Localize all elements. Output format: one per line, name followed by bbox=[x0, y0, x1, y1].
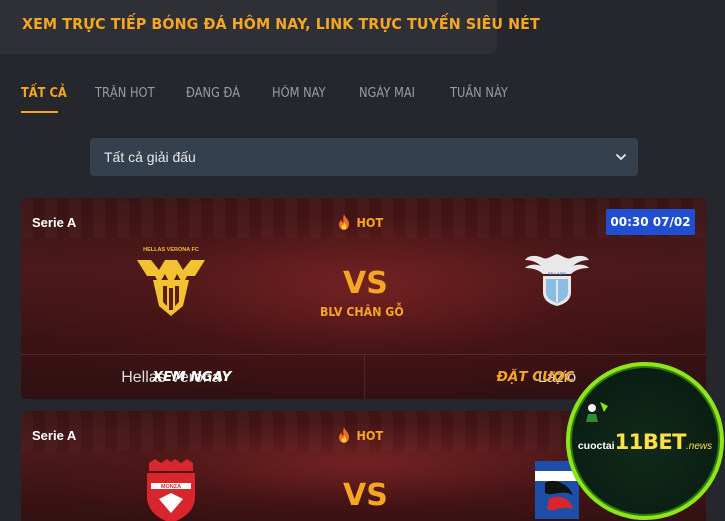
versus-label: VS bbox=[343, 266, 388, 301]
home-team: HELLAS VERONA FC Hellas Verona bbox=[91, 246, 251, 386]
watermark-text: cuoctai11BET.news bbox=[566, 430, 724, 454]
fire-icon bbox=[339, 427, 349, 443]
monza-logo: MONZA bbox=[147, 459, 195, 521]
match-time-badge: 00:30 07/02 bbox=[606, 209, 695, 235]
home-logo-text: HELLAS VERONA FC bbox=[143, 247, 199, 253]
hot-badge: HOT bbox=[337, 427, 385, 443]
watch-now-button[interactable]: XEM NGAY bbox=[21, 355, 363, 399]
versus-label: VS bbox=[343, 478, 388, 513]
league-select[interactable]: Tất cả giải đấu bbox=[90, 138, 638, 176]
brand-watermark-logo: cuoctai11BET.news bbox=[566, 362, 724, 520]
hot-label: HOT bbox=[356, 214, 384, 230]
page-title: XEM TRỰC TIẾP BÓNG ĐÁ HÔM NAY, LINK TRỰC… bbox=[22, 15, 540, 33]
watermark-brand: 11BET bbox=[614, 430, 687, 454]
hot-label: HOT bbox=[356, 427, 384, 443]
league-name: Serie A bbox=[32, 428, 77, 443]
watermark-prefix: cuoctai bbox=[577, 440, 615, 452]
tab-tomorrow[interactable]: NGÀY MAI bbox=[359, 86, 415, 101]
tab-live[interactable]: ĐANG ĐÁ bbox=[186, 86, 240, 101]
away-logo-text: SS LAZIO bbox=[548, 271, 566, 276]
lazio-logo: SS LAZIO bbox=[525, 254, 589, 306]
league-name: Serie A bbox=[32, 215, 77, 230]
chevron-down-icon bbox=[616, 154, 626, 160]
tab-all[interactable]: TẤT CẢ bbox=[21, 86, 67, 101]
hellas-verona-logo: HELLAS VERONA FC bbox=[137, 247, 205, 316]
tab-today[interactable]: HÔM NAY bbox=[272, 86, 326, 101]
page-header: XEM TRỰC TIẾP BÓNG ĐÁ HÔM NAY, LINK TRỰC… bbox=[0, 0, 540, 54]
tab-this-week[interactable]: TUẦN NÀY bbox=[450, 86, 508, 101]
home-team: MONZA bbox=[91, 457, 251, 521]
watermark-suffix: .news bbox=[686, 441, 713, 452]
commentator-label: BLV CHÂN GỖ bbox=[320, 305, 404, 319]
away-team: SS LAZIO Lazio bbox=[495, 246, 619, 386]
league-select-value: Tất cả giải đấu bbox=[104, 149, 196, 165]
hot-badge: HOT bbox=[337, 214, 385, 230]
tab-hot[interactable]: TRẬN HOT bbox=[95, 86, 155, 101]
date-tabs: TẤT CẢ TRẬN HOT ĐANG ĐÁ HÔM NAY NGÀY MAI… bbox=[0, 86, 725, 116]
active-tab-indicator bbox=[21, 111, 58, 113]
home-logo-text: MONZA bbox=[161, 484, 181, 490]
fire-icon bbox=[339, 214, 349, 230]
